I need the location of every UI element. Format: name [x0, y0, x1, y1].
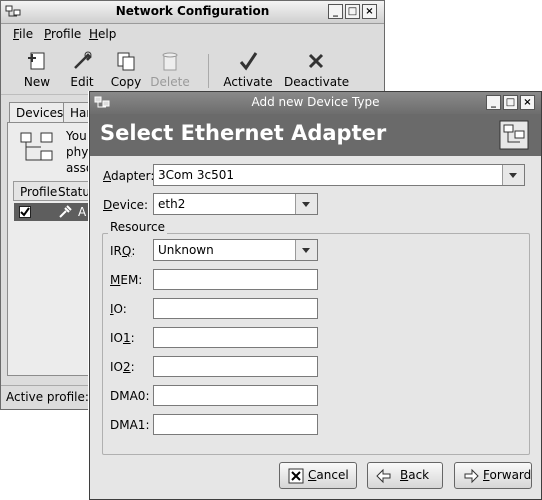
activate-label: Activate	[223, 75, 273, 89]
tab-devices[interactable]: Devices	[9, 102, 71, 123]
dma0-label: DMA0:	[110, 389, 150, 403]
io1-label: IO1:	[110, 331, 135, 345]
chevron-down-icon[interactable]	[502, 165, 524, 185]
io-label: IO:	[110, 302, 127, 316]
toolbar: New Edit Copy Delete Activate Deactivate	[1, 46, 384, 95]
back-label: Back	[400, 468, 430, 482]
delete-label: Delete	[150, 75, 190, 89]
window-title: Network Configuration	[115, 4, 270, 18]
close-button[interactable]: ×	[362, 4, 377, 19]
mem-field[interactable]	[153, 269, 318, 290]
device-row-text: A	[78, 205, 87, 219]
tab-devices-label: Devices	[16, 106, 64, 120]
menu-profile[interactable]: Profile	[44, 27, 81, 41]
irq-value: Unknown	[158, 243, 214, 257]
adapter-label: Adapter:	[103, 169, 155, 183]
description-line-1: You	[66, 129, 87, 143]
dma1-label: DMA1:	[110, 418, 150, 432]
column-profile[interactable]: Profile	[20, 185, 57, 199]
resource-frame-title: Resource	[108, 220, 168, 234]
checkmark-icon	[239, 52, 258, 71]
profile-checkbox[interactable]	[19, 206, 31, 218]
network-devices-icon	[499, 120, 529, 150]
dialog-title: Add new Device Type	[251, 95, 380, 109]
menu-help[interactable]: Help	[89, 27, 116, 41]
cancel-label: Cancel	[308, 468, 349, 482]
back-arrow-icon	[376, 468, 391, 484]
copy-icon	[117, 52, 135, 71]
trash-icon	[162, 52, 178, 71]
chevron-down-icon[interactable]	[295, 240, 317, 260]
io2-label: IO2:	[110, 360, 135, 374]
mem-label: MEM:	[110, 273, 143, 287]
adapter-combo[interactable]: 3Com 3c501	[153, 164, 525, 186]
dialog-heading: Select Ethernet Adapter	[100, 121, 387, 145]
active-profile-status: Active profile: C	[6, 390, 102, 404]
maximize-button[interactable]: □	[503, 95, 518, 110]
maximize-button[interactable]: □	[345, 4, 360, 19]
device-value: eth2	[158, 197, 186, 211]
add-device-type-dialog: Add new Device Type _ □ × Select Etherne…	[89, 91, 542, 500]
dialog-banner: Select Ethernet Adapter	[90, 114, 541, 156]
close-button[interactable]: ×	[520, 95, 535, 110]
dma1-field[interactable]	[153, 414, 318, 435]
minimize-button[interactable]: _	[486, 95, 501, 110]
titlebar[interactable]: Network Configuration _ □ ×	[1, 1, 384, 24]
irq-label: IRQ:	[110, 244, 136, 258]
toolbar-separator	[208, 54, 209, 88]
edit-icon	[74, 51, 92, 69]
back-button[interactable]: Back	[367, 462, 443, 489]
chevron-down-icon[interactable]	[295, 194, 317, 214]
plug-icon	[59, 205, 72, 218]
dialog-titlebar[interactable]: Add new Device Type _ □ ×	[90, 92, 541, 115]
forward-button[interactable]: Forward	[454, 462, 532, 489]
deactivate-label: Deactivate	[284, 75, 350, 89]
io2-field[interactable]	[153, 356, 318, 377]
deactivate-button[interactable]: Deactivate	[284, 50, 350, 89]
device-label: Device:	[103, 198, 149, 212]
io-field[interactable]	[153, 298, 318, 319]
activate-button[interactable]: Activate	[222, 50, 274, 89]
forward-label: Forward	[483, 468, 532, 482]
new-icon	[28, 52, 45, 70]
network-devices-icon	[20, 132, 53, 161]
forward-arrow-icon	[464, 468, 479, 484]
irq-combo[interactable]: Unknown	[153, 239, 318, 261]
x-icon	[308, 53, 324, 69]
dma0-field[interactable]	[153, 385, 318, 406]
device-combo[interactable]: eth2	[153, 193, 318, 215]
cancel-icon	[288, 468, 304, 484]
io1-field[interactable]	[153, 327, 318, 348]
menubar: File Profile Help	[1, 24, 384, 44]
cancel-button[interactable]: Cancel	[279, 462, 357, 489]
minimize-button[interactable]: _	[328, 4, 343, 19]
adapter-value: 3Com 3c501	[158, 168, 234, 182]
menu-file[interactable]: File	[13, 27, 33, 41]
delete-button[interactable]: Delete	[144, 50, 196, 89]
